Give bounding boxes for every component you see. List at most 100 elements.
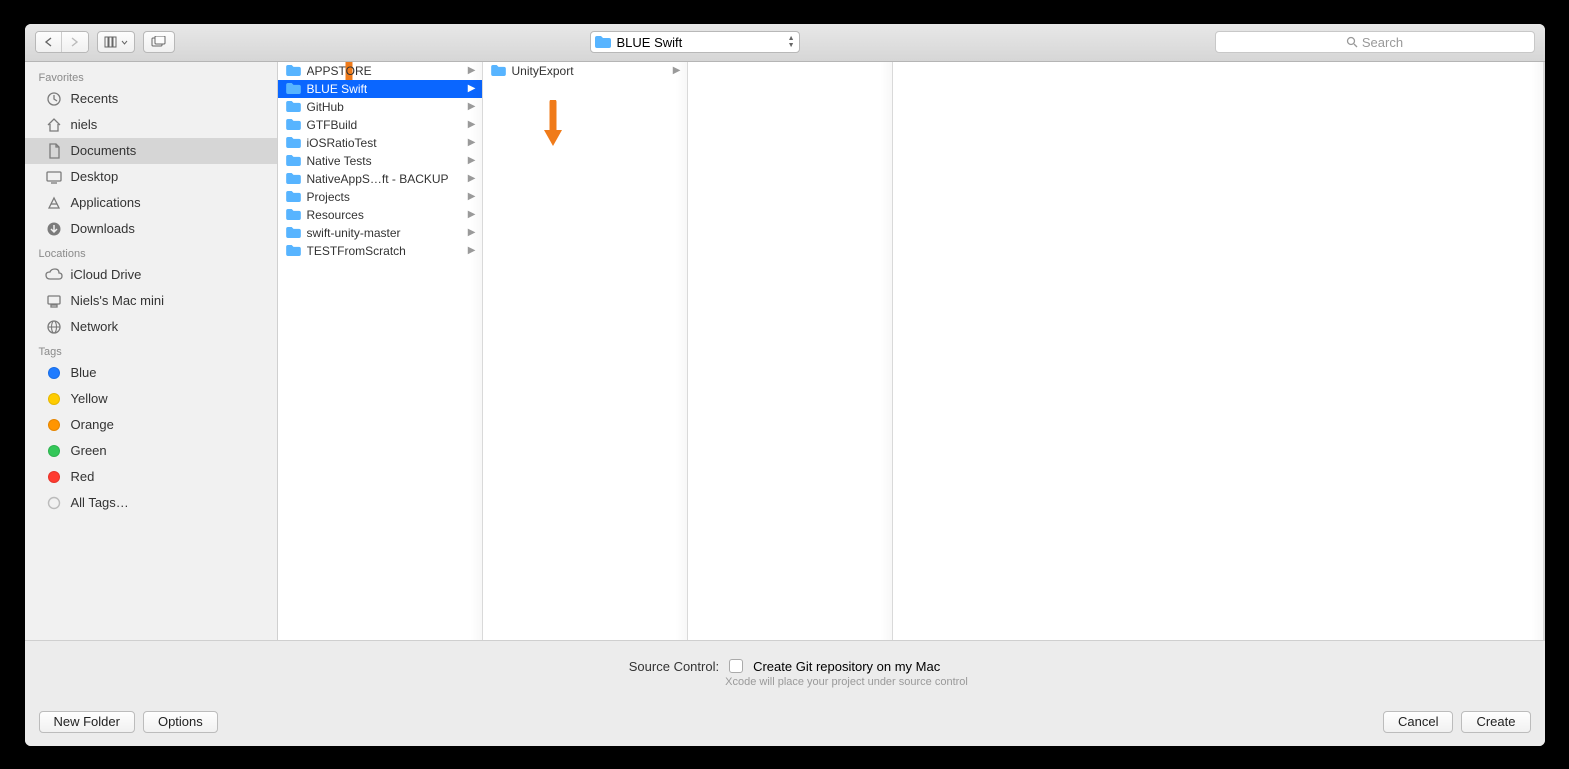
sidebar-item-label: Documents (71, 143, 137, 158)
folder-icon (286, 173, 301, 184)
sidebar-item-green[interactable]: Green (25, 438, 277, 464)
sidebar-item-label: niels (71, 117, 98, 132)
forward-button[interactable] (62, 32, 88, 52)
tag-icon (45, 468, 63, 486)
sidebar-item-recents[interactable]: Recents (25, 86, 277, 112)
sidebar-item-label: Network (71, 319, 119, 334)
apps-icon (45, 194, 63, 212)
back-button[interactable] (36, 32, 62, 52)
folder-row[interactable]: GTFBuild▶ (278, 116, 482, 134)
tag-icon (45, 442, 63, 460)
sidebar-item-label: Niels's Mac mini (71, 293, 165, 308)
sidebar-item-label: Yellow (71, 391, 108, 406)
new-folder-button[interactable]: New Folder (39, 711, 135, 733)
sidebar-item-documents[interactable]: Documents (25, 138, 277, 164)
chevron-right-icon: ▶ (468, 191, 476, 202)
column-5[interactable] (1544, 62, 1545, 640)
footer: New Folder Options Cancel Create (25, 698, 1545, 746)
chevron-right-icon: ▶ (468, 101, 476, 112)
toolbar: BLUE Swift ▲▼ Search (25, 24, 1545, 62)
folder-icon (286, 191, 301, 202)
sidebar-item-label: Applications (71, 195, 141, 210)
sidebar-item-label: Red (71, 469, 95, 484)
folder-label: swift-unity-master (307, 226, 401, 240)
computer-icon (45, 292, 63, 310)
search-input[interactable]: Search (1215, 31, 1535, 53)
sidebar-item-downloads[interactable]: Downloads (25, 216, 277, 242)
sidebar-item-orange[interactable]: Orange (25, 412, 277, 438)
folder-icon (286, 65, 301, 76)
sidebar-item-icloud-drive[interactable]: iCloud Drive (25, 262, 277, 288)
sidebar-item-niels[interactable]: niels (25, 112, 277, 138)
body: FavoritesRecentsnielsDocumentsDesktopApp… (25, 62, 1545, 640)
folder-label: TESTFromScratch (307, 244, 406, 258)
column-0[interactable]: APPSTORE▶BLUE Swift▶GitHub▶GTFBuild▶iOSR… (278, 62, 483, 640)
network-icon (45, 318, 63, 336)
chevron-right-icon: ▶ (468, 209, 476, 220)
stepper-icon: ▲▼ (788, 35, 795, 49)
sidebar-item-desktop[interactable]: Desktop (25, 164, 277, 190)
folder-label: NativeAppS…ft - BACKUP (307, 172, 449, 186)
create-button[interactable]: Create (1461, 711, 1530, 733)
folder-row[interactable]: UnityExport▶ (483, 62, 687, 80)
sidebar-item-red[interactable]: Red (25, 464, 277, 490)
chevron-right-icon: ▶ (468, 245, 476, 256)
doc-icon (45, 142, 63, 160)
chevron-right-icon: ▶ (468, 155, 476, 166)
sidebar-item-applications[interactable]: Applications (25, 190, 277, 216)
column-3[interactable] (893, 62, 1543, 640)
column-browser: APPSTORE▶BLUE Swift▶GitHub▶GTFBuild▶iOSR… (278, 62, 1545, 640)
folder-row[interactable]: Projects ▶ (278, 188, 482, 206)
chevron-right-icon: ▶ (468, 119, 476, 130)
view-mode-button[interactable] (97, 31, 135, 53)
sidebar-item-label: Recents (71, 91, 119, 106)
sidebar-item-niels-s-mac-mini[interactable]: Niels's Mac mini (25, 288, 277, 314)
folder-icon (286, 137, 301, 148)
chevron-right-icon: ▶ (468, 227, 476, 238)
location-popup[interactable]: BLUE Swift ▲▼ (590, 31, 800, 53)
folder-row[interactable]: TESTFromScratch ▶ (278, 242, 482, 260)
chevron-right-icon: ▶ (468, 65, 476, 76)
folder-row[interactable]: Native Tests▶ (278, 152, 482, 170)
folder-label: UnityExport (512, 64, 574, 78)
alltags-icon (45, 494, 63, 512)
sidebar-item-all-tags-[interactable]: All Tags… (25, 490, 277, 516)
column-1[interactable]: UnityExport▶ (483, 62, 688, 640)
chevron-right-icon: ▶ (468, 137, 476, 148)
sidebar-item-yellow[interactable]: Yellow (25, 386, 277, 412)
folder-row[interactable]: GitHub▶ (278, 98, 482, 116)
sidebar-item-network[interactable]: Network (25, 314, 277, 340)
sidebar-header: Tags (25, 340, 277, 360)
tag-icon (45, 364, 63, 382)
folder-row[interactable]: iOSRatioTest ▶ (278, 134, 482, 152)
options-button[interactable]: Options (143, 711, 218, 733)
sidebar-item-label: Desktop (71, 169, 119, 184)
column-2[interactable] (688, 62, 893, 640)
folder-label: Projects (307, 190, 350, 204)
git-checkbox[interactable] (729, 659, 743, 673)
sidebar-item-label: Downloads (71, 221, 135, 236)
folder-icon (286, 227, 301, 238)
folder-icon (286, 101, 301, 112)
group-button[interactable] (143, 31, 175, 53)
folder-row[interactable]: swift-unity-master ▶ (278, 224, 482, 242)
folder-icon (286, 119, 301, 130)
home-icon (45, 116, 63, 134)
sidebar-header: Locations (25, 242, 277, 262)
search-placeholder: Search (1362, 35, 1403, 50)
folder-icon (595, 36, 611, 48)
folder-icon (286, 209, 301, 220)
folder-row[interactable]: Resources▶ (278, 206, 482, 224)
folder-row[interactable]: BLUE Swift▶ (278, 80, 482, 98)
sidebar-item-blue[interactable]: Blue (25, 360, 277, 386)
sidebar-item-label: Green (71, 443, 107, 458)
folder-row[interactable]: NativeAppS…ft - BACKUP▶ (278, 170, 482, 188)
save-panel-window: BLUE Swift ▲▼ Search FavoritesRecentsnie… (25, 24, 1545, 746)
folder-label: iOSRatioTest (307, 136, 377, 150)
folder-row[interactable]: APPSTORE▶ (278, 62, 482, 80)
sidebar-item-label: iCloud Drive (71, 267, 142, 282)
toolbar-center: BLUE Swift ▲▼ (183, 31, 1207, 53)
sidebar-item-label: Blue (71, 365, 97, 380)
nav-back-forward (35, 31, 89, 53)
cancel-button[interactable]: Cancel (1383, 711, 1453, 733)
